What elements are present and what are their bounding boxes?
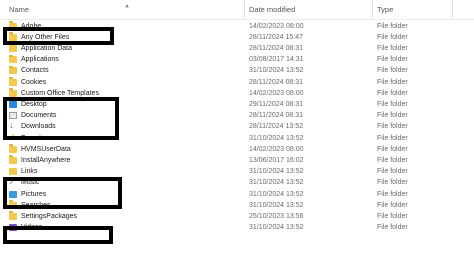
item-type: File folder	[377, 145, 408, 153]
item-date-modified: 25/10/2023 13:56	[249, 212, 304, 220]
folder-icon	[9, 144, 17, 153]
list-item[interactable]: Application Data 28/11/2024 08:31 File f…	[0, 43, 474, 54]
item-type: File folder	[377, 44, 408, 52]
item-type: File folder	[377, 123, 408, 131]
item-type: File folder	[377, 22, 408, 30]
item-type: File folder	[377, 89, 408, 97]
column-divider[interactable]	[244, 0, 245, 19]
folder-icon	[9, 155, 17, 164]
item-date-modified: 31/10/2024 13:52	[249, 224, 304, 232]
item-name: Contacts	[21, 67, 49, 75]
item-name: Links	[21, 168, 38, 176]
item-name: Custom Office Templates	[21, 89, 99, 97]
column-divider[interactable]	[452, 0, 453, 19]
header-divider	[0, 19, 474, 20]
links-icon	[9, 168, 17, 176]
contacts-icon	[9, 65, 17, 75]
chevron-up-icon[interactable]: ▼	[124, 2, 130, 8]
item-type: File folder	[377, 179, 408, 187]
item-date-modified: 28/11/2024 13:52	[249, 123, 303, 131]
item-date-modified: 31/10/2024 13:52	[249, 134, 304, 142]
item-name: Applications	[21, 56, 59, 64]
folder-icon	[9, 54, 17, 64]
list-item[interactable]: Cookies 28/11/2024 08:31 File folder	[0, 77, 474, 88]
item-date-modified: 14/02/2023 08:00	[249, 145, 304, 153]
item-date-modified: 28/11/2024 08:31	[249, 78, 303, 86]
item-name: HVMSUserData	[21, 145, 71, 153]
item-date-modified: 14/02/2023 08:00	[249, 22, 304, 30]
folder-icon	[9, 88, 17, 97]
item-type: File folder	[377, 112, 408, 120]
item-date-modified: 28/11/2024 15:47	[249, 33, 303, 41]
folder-icon	[9, 211, 17, 220]
item-date-modified: 29/11/2024 08:31	[249, 100, 303, 108]
highlight-box-videos	[3, 226, 113, 244]
item-name: InstallAnywhere	[21, 156, 71, 164]
item-date-modified: 28/11/2024 08:31	[249, 44, 303, 52]
folder-icon	[9, 43, 17, 52]
highlight-box-desktop-documents-downloads	[3, 97, 119, 140]
list-item[interactable]: InstallAnywhere 13/06/2017 16:02 File fo…	[0, 155, 474, 166]
item-name: SettingsPackages	[21, 212, 78, 220]
item-date-modified: 31/10/2024 13:52	[249, 179, 304, 187]
item-type: File folder	[377, 134, 408, 142]
item-type: File folder	[377, 100, 408, 108]
item-type: File folder	[377, 78, 408, 86]
list-item[interactable]: Contacts 31/10/2024 13:52 File folder	[0, 65, 474, 77]
item-type: File folder	[377, 190, 408, 198]
highlight-box-any-other-files	[3, 27, 114, 45]
item-date-modified: 03/08/2017 14:31	[249, 56, 304, 64]
list-item[interactable]: Applications 03/08/2017 14:31 File folde…	[0, 54, 474, 66]
item-date-modified: 31/10/2024 13:52	[249, 190, 304, 198]
item-date-modified: 31/10/2024 13:52	[249, 67, 304, 75]
highlight-box-music-pictures	[3, 177, 122, 209]
item-type: File folder	[377, 67, 408, 75]
column-header-date-modified[interactable]: Date modified	[249, 5, 295, 14]
item-type: File folder	[377, 212, 408, 220]
item-date-modified: 31/10/2024 13:52	[249, 201, 304, 209]
item-type: File folder	[377, 33, 408, 41]
item-date-modified: 14/02/2023 08:00	[249, 89, 304, 97]
list-item[interactable]: HVMSUserData 14/02/2023 08:00 File folde…	[0, 144, 474, 155]
column-header-name[interactable]: Name	[9, 5, 29, 14]
folder-icon	[9, 77, 17, 86]
list-item[interactable]: SettingsPackages 25/10/2023 13:56 File f…	[0, 211, 474, 222]
item-type: File folder	[377, 201, 408, 209]
item-type: File folder	[377, 168, 408, 176]
item-date-modified: 31/10/2024 13:52	[249, 168, 304, 176]
item-date-modified: 13/06/2017 16:02	[249, 156, 304, 164]
column-header-type[interactable]: Type	[377, 5, 393, 14]
item-date-modified: 28/11/2024 08:31	[249, 112, 303, 120]
item-type: File folder	[377, 56, 408, 64]
column-divider[interactable]	[372, 0, 373, 19]
item-type: File folder	[377, 156, 408, 164]
item-name: Cookies	[21, 78, 47, 86]
item-name: Application Data	[21, 44, 72, 52]
item-type: File folder	[377, 224, 408, 232]
column-header-bar: ▼ Name Date modified Type	[0, 0, 474, 19]
